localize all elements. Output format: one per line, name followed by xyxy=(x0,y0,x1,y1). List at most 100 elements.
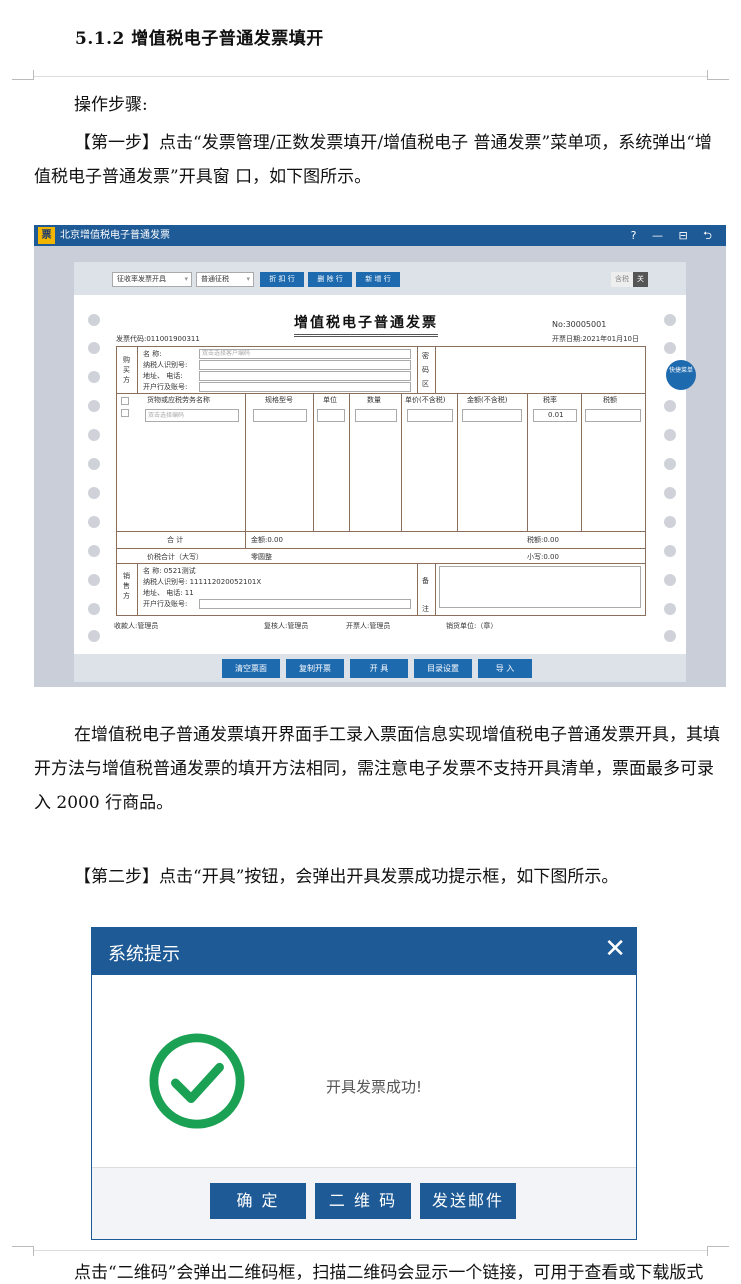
corner-mark xyxy=(707,1246,729,1256)
col-divider xyxy=(527,393,528,531)
col-divider xyxy=(401,393,402,531)
buyer-address-input[interactable] xyxy=(199,371,411,381)
col-divider xyxy=(137,347,138,393)
steps-label: 操作步骤: xyxy=(74,95,148,115)
col-goods-name: 货物或应税劳务名称 xyxy=(147,396,210,404)
buyer-label: 购买方 xyxy=(123,356,130,384)
tax-input[interactable] xyxy=(585,409,641,422)
discount-row-button[interactable]: 折 扣 行 xyxy=(260,272,304,287)
col-tax-rate: 税率 xyxy=(543,396,557,404)
seller-taxid: 纳税人识别号: 111112020052101X xyxy=(143,578,262,586)
goods-name-input[interactable]: 双击选择编码 xyxy=(145,409,239,422)
perforation-dot xyxy=(664,458,676,470)
row-checkbox[interactable] xyxy=(121,409,129,417)
bottom-paragraph: 点击“二维码”会弹出二维码框，扫描二维码会显示一个链接，可用于查看或下载版式 xyxy=(74,1263,704,1283)
buyer-taxid-input[interactable] xyxy=(199,360,411,370)
issue-button[interactable]: 开 具 xyxy=(350,659,408,678)
catalog-settings-button[interactable]: 目录设置 xyxy=(414,659,472,678)
success-check-icon xyxy=(149,1033,245,1129)
invoice-window: 票 北京增值税电子普通发票 ? — ⊟ ⮌ 征收率发票开具 普通征税 折 扣 行… xyxy=(34,225,726,687)
amount-input[interactable] xyxy=(462,409,522,422)
buyer-bank-input[interactable] xyxy=(199,382,411,392)
page-divider xyxy=(34,76,707,77)
remark-label: 备注 xyxy=(422,577,429,613)
col-tax: 税额 xyxy=(603,396,617,404)
perforation-dot xyxy=(664,545,676,557)
col-divider xyxy=(349,393,350,531)
col-divider xyxy=(417,563,418,615)
copy-invoice-button[interactable]: 复制开票 xyxy=(286,659,344,678)
tax-included-toggle[interactable]: 含税 关 xyxy=(611,272,648,287)
perforation-dot xyxy=(88,487,100,499)
col-divider xyxy=(417,347,418,393)
invoice-date: 开票日期:2021年01月10日 xyxy=(552,335,639,343)
seller-address: 地址、 电话: 11 xyxy=(143,589,194,597)
invoice-table: 购买方 名 称: 双击选择客户编码 纳税人识别号: 地址、 电话: 开户行及账号… xyxy=(116,346,646,616)
row-checkbox[interactable] xyxy=(121,397,129,405)
col-quantity: 数量 xyxy=(367,396,381,404)
tax-included-off: 关 xyxy=(633,272,648,287)
reviewer-field[interactable]: 复核人:管理员 xyxy=(264,621,308,631)
qrcode-button[interactable]: 二 维 码 xyxy=(315,1183,411,1219)
total-amount: 金额:0.00 xyxy=(251,536,283,544)
col-divider xyxy=(435,347,436,393)
secret-area-label: 密码区 xyxy=(422,352,429,388)
row-divider xyxy=(117,548,645,549)
close-icon[interactable]: ✕ xyxy=(604,934,626,964)
add-row-button[interactable]: 新 增 行 xyxy=(356,272,400,287)
dialog-title: 系统提示 xyxy=(108,944,180,965)
tax-type-select[interactable]: 普通征税 xyxy=(196,272,254,287)
buyer-taxid-label: 纳税人识别号: xyxy=(143,361,188,369)
invoice-code: 发票代码:011001900311 xyxy=(116,335,200,343)
col-divider xyxy=(581,393,582,531)
import-button[interactable]: 导 入 xyxy=(478,659,532,678)
section-heading: 5.1.2 增值税电子普通发票填开 xyxy=(75,29,324,49)
perforation-dot xyxy=(664,574,676,586)
perforation-dot xyxy=(88,314,100,326)
perforation-dot xyxy=(88,574,100,586)
total-tax: 税额:0.00 xyxy=(527,536,559,544)
seller-label: 销售方 xyxy=(123,572,130,600)
tax-rate-select[interactable]: 0.01 xyxy=(533,409,577,422)
tax-included-label: 含税 xyxy=(611,272,633,287)
buyer-bank-label: 开户行及账号: xyxy=(143,383,188,391)
buyer-name-input[interactable]: 双击选择客户编码 xyxy=(199,349,411,359)
page-divider xyxy=(34,1250,707,1251)
perforation-dot xyxy=(88,429,100,441)
perforation-dot xyxy=(88,545,100,557)
perforation-dot xyxy=(664,487,676,499)
dialog-message: 开具发票成功! xyxy=(326,1078,423,1096)
confirm-button[interactable]: 确 定 xyxy=(210,1183,306,1219)
system-prompt-dialog: 系统提示 ✕ 开具发票成功! 确 定 二 维 码 发送邮件 xyxy=(91,927,637,1240)
delete-row-button[interactable]: 删 除 行 xyxy=(308,272,352,287)
invoice-form: 征收率发票开具 普通征税 折 扣 行 删 除 行 新 增 行 含税 关 xyxy=(74,262,696,682)
window-controls[interactable]: ? — ⊟ ⮌ xyxy=(631,225,718,246)
quantity-input[interactable] xyxy=(355,409,397,422)
payee-field[interactable]: 收款人:管理员 xyxy=(114,621,158,631)
remark-input[interactable] xyxy=(439,566,641,608)
para2: 在增值税电子普通发票填开界面手工录入票面信息实现增值税电子普通发票开具，其填开方… xyxy=(34,725,720,813)
invoice-number: No:30005001 xyxy=(552,320,607,329)
seller-name: 名 称: 0521测试 xyxy=(143,567,196,575)
quick-menu-button[interactable]: 快捷菜单 xyxy=(666,360,696,390)
corner-mark xyxy=(12,70,34,80)
perforation-dot xyxy=(664,342,676,354)
dialog-header: 系统提示 ✕ xyxy=(92,928,636,975)
unit-input[interactable] xyxy=(317,409,345,422)
perforation-dot xyxy=(664,516,676,528)
rate-type-select[interactable]: 征收率发票开具 xyxy=(112,272,192,287)
perforation-dot xyxy=(88,630,100,642)
drawer-field: 开票人:管理员 xyxy=(346,622,391,630)
send-mail-button[interactable]: 发送邮件 xyxy=(420,1183,516,1219)
perforation-dot xyxy=(88,603,100,615)
spec-input[interactable] xyxy=(253,409,307,422)
clear-form-button[interactable]: 清空票面 xyxy=(222,659,280,678)
row-divider xyxy=(117,531,645,532)
row-divider xyxy=(117,563,645,564)
seller-bank-input[interactable] xyxy=(199,599,411,609)
unit-price-input[interactable] xyxy=(407,409,453,422)
col-amount: 金额(不含税) xyxy=(467,396,508,404)
perforation-dot xyxy=(88,400,100,412)
invoice-title: 增值税电子普通发票 xyxy=(294,312,438,337)
total-small-value: 小写:0.00 xyxy=(527,553,559,561)
